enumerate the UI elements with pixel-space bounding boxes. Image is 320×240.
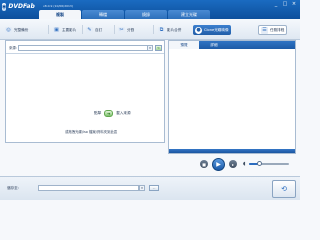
seek-bar[interactable] — [169, 149, 295, 153]
output-path-input[interactable] — [38, 185, 139, 191]
source-row: 來源: ▾ ↻ — [9, 44, 164, 51]
window-controls: _ □ × — [271, 1, 298, 7]
toolbar-divider — [153, 25, 154, 34]
minimize-button[interactable]: _ — [272, 1, 280, 7]
app-logo: ◉ DVDFab — [2, 1, 35, 18]
toolbar-divider — [82, 25, 83, 34]
play-icon: ▶ — [216, 160, 221, 168]
main-movie-label: 主要影片 — [62, 27, 77, 32]
source-panel: 來源: ▾ ↻ 點擊 ➜ 載入來源 或拖拽光碟/iso 檔案/資料夾到此區 — [5, 40, 165, 143]
volume-slider[interactable] — [248, 161, 289, 166]
merge-label: 影片合併 — [167, 27, 182, 32]
stop-icon: ■ — [202, 161, 206, 167]
next-icon: ▸ — [231, 161, 234, 167]
maximize-button[interactable]: □ — [281, 1, 289, 7]
app-version: v8.0.9 (10/06/2013) — [43, 4, 73, 8]
tab-burn[interactable]: 燒錄 — [125, 10, 167, 19]
full-disc-button[interactable]: ◎ 完整備份 — [5, 24, 28, 36]
logo-text: DVDFab — [8, 3, 35, 10]
drag-drop-hint: 或拖拽光碟/iso 檔案/資料夾到此區 — [65, 130, 118, 134]
tab-convert[interactable]: 轉檔 — [82, 10, 124, 19]
clone-icon: ● — [195, 26, 202, 34]
dvdfab-logo-icon: ◉ — [2, 3, 7, 11]
main-movie-button[interactable]: ▣ 主要影片 — [53, 24, 76, 36]
custom-icon: ✎ — [86, 26, 93, 34]
close-button[interactable]: × — [290, 1, 298, 7]
merge-button[interactable]: ⧉ 影片合併 — [158, 24, 181, 36]
main-tabs: 複製 轉檔 燒錄 建立光碟 — [39, 10, 211, 19]
split-label: 分割 — [127, 27, 135, 32]
clone-burn-label: Clone光碟映像 — [204, 27, 229, 32]
open-folder-icon: ➜ — [104, 110, 114, 117]
hint-prefix: 點擊 — [94, 111, 102, 115]
next-frame-button[interactable]: ▸ — [229, 160, 237, 168]
toolbar-divider — [48, 25, 49, 34]
customize-label: 自訂 — [95, 27, 103, 32]
video-preview — [170, 50, 294, 149]
task-queue-label: 任務排程 — [270, 27, 285, 32]
open-source-button[interactable]: ➜ — [104, 110, 114, 117]
chevron-down-icon[interactable]: ▾ — [148, 44, 153, 51]
film-icon: ▣ — [53, 26, 60, 34]
play-button[interactable]: ▶ — [212, 157, 225, 171]
output-bar: 儲存至: ▾ ... ⟲ — [0, 176, 300, 200]
volume-icon[interactable]: ◖ — [243, 161, 246, 167]
task-queue-icon: ☰ — [261, 26, 268, 34]
mode-toolbar: ◎ 完整備份 ▣ 主要影片 ✎ 自訂 ✂ 分割 ⧉ 影片合併 ● Clone光碟… — [0, 19, 300, 40]
open-source-label: 載入來源 — [116, 111, 131, 115]
source-input[interactable] — [18, 44, 148, 51]
volume-handle[interactable] — [256, 161, 262, 166]
output-label: 儲存至: — [7, 186, 19, 190]
source-drop-area[interactable]: 點擊 ➜ 載入來源 或拖拽光碟/iso 檔案/資料夾到此區 — [7, 54, 164, 142]
player-controls: ■ ▶ ▸ ◖ — [168, 155, 296, 173]
merge-icon: ⧉ — [158, 26, 165, 34]
split-button[interactable]: ✂ 分割 — [118, 24, 134, 36]
source-label: 來源: — [9, 46, 17, 50]
full-disc-label: 完整備份 — [14, 27, 29, 32]
chevron-down-icon[interactable]: ▾ — [139, 185, 145, 191]
refresh-source-button[interactable]: ↻ — [155, 44, 162, 51]
open-hint: 點擊 ➜ 載入來源 — [94, 110, 131, 117]
tab-copy[interactable]: 複製 — [39, 10, 81, 19]
preview-panel: 預覽 詳細 — [168, 40, 296, 154]
start-icon: ⟲ — [281, 185, 287, 193]
clone-burn-button[interactable]: ● Clone光碟映像 — [193, 25, 231, 35]
stop-button[interactable]: ■ — [200, 160, 208, 168]
tab-details[interactable]: 詳細 — [199, 41, 229, 49]
tab-create-disc[interactable]: 建立光碟 — [168, 10, 210, 19]
title-bar: ◉ DVDFab v8.0.9 (10/06/2013) 複製 轉檔 燒錄 建立… — [0, 0, 300, 19]
browse-button[interactable]: ... — [149, 185, 159, 191]
customize-button[interactable]: ✎ 自訂 — [86, 24, 102, 36]
task-queue-button[interactable]: ☰ 任務排程 — [258, 25, 288, 35]
start-button[interactable]: ⟲ — [272, 180, 296, 198]
preview-tabs: 預覽 詳細 — [169, 41, 295, 49]
tab-preview[interactable]: 預覽 — [169, 41, 199, 49]
disc-copy-icon: ◎ — [5, 26, 12, 34]
split-icon: ✂ — [118, 26, 125, 34]
toolbar-divider — [114, 25, 115, 34]
